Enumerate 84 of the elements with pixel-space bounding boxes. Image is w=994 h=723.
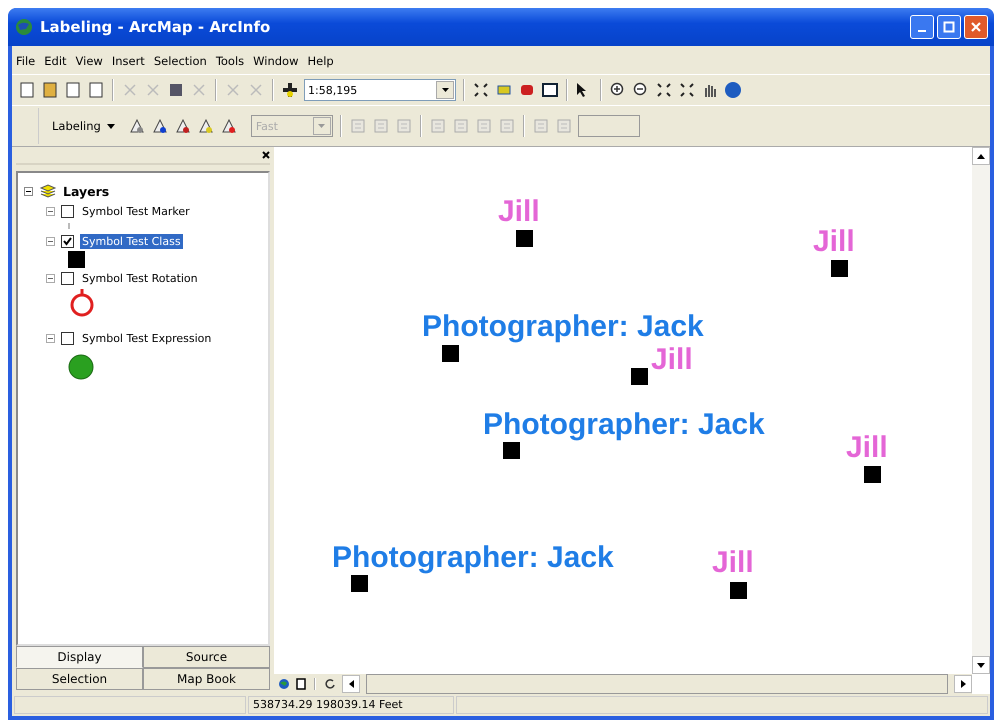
label-priority-icon[interactable] — [150, 117, 169, 135]
window-title: Labeling - ArcMap - ArcInfo — [40, 18, 270, 36]
unplaced-labels-icon[interactable] — [220, 117, 238, 135]
scroll-left-button[interactable] — [342, 675, 360, 693]
expand-icon[interactable] — [46, 334, 55, 342]
menu-item[interactable]: File — [16, 54, 36, 68]
menu-item[interactable]: Edit — [44, 54, 67, 68]
close-icon[interactable] — [262, 151, 270, 159]
scroll-up-button[interactable] — [972, 147, 990, 165]
caret-icon — [318, 124, 326, 128]
minimize-icon — [918, 30, 926, 32]
left-arrow-icon — [348, 680, 354, 688]
data-view-icon[interactable] — [278, 678, 290, 690]
square-symbol-icon — [68, 251, 85, 268]
layer-name[interactable]: Symbol Test Class — [80, 234, 183, 248]
layer-checkbox[interactable] — [61, 272, 74, 284]
vertical-scrollbar[interactable] — [972, 165, 990, 656]
new-file-icon[interactable] — [18, 81, 36, 99]
point-marker — [864, 466, 881, 483]
circle-symbol-icon — [68, 354, 94, 380]
point-marker — [442, 345, 459, 362]
point-marker — [631, 368, 648, 385]
layer-name[interactable]: Symbol Test Expression — [80, 330, 214, 346]
map-label: Jill — [712, 548, 754, 578]
layer-name[interactable]: Symbol Test Marker — [80, 204, 192, 218]
lock-labels-icon[interactable] — [196, 117, 215, 135]
refresh-icon[interactable] — [324, 678, 336, 690]
layer-group-label[interactable]: Layers — [63, 184, 110, 198]
map-label: Photographer: Jack — [422, 312, 704, 342]
maximize-button[interactable] — [937, 15, 961, 39]
menu-item[interactable]: Help — [308, 54, 334, 68]
horizontal-scrollbar[interactable] — [366, 674, 948, 694]
map-label: Jill — [651, 345, 693, 375]
add-data-icon[interactable] — [281, 81, 299, 99]
point-symbol-icon — [68, 223, 71, 229]
point-marker — [730, 582, 747, 599]
panel-tab[interactable]: Map Book — [143, 668, 270, 690]
scroll-right-button[interactable] — [954, 675, 972, 693]
window-icon[interactable] — [541, 81, 559, 99]
map-label: Jill — [846, 433, 888, 463]
up-arrow-icon — [977, 154, 985, 158]
panel-tab[interactable]: Source — [143, 646, 270, 668]
expand-icon[interactable] — [46, 236, 55, 246]
caret-icon — [106, 124, 115, 128]
map-label: Jill — [498, 197, 540, 227]
layer-checkbox[interactable] — [61, 234, 74, 248]
expand-icon[interactable] — [46, 206, 55, 216]
menu-item[interactable]: Insert — [112, 54, 145, 68]
status-coordinates: 538734.29 198039.14 Feet — [248, 696, 454, 714]
zoom-in-arrows-icon[interactable] — [655, 81, 673, 99]
close-icon — [970, 21, 982, 33]
down-arrow-icon — [977, 662, 985, 668]
point-marker — [503, 442, 520, 459]
panel-tab[interactable]: Display — [16, 646, 143, 668]
close-button[interactable] — [964, 15, 988, 39]
layer-checkbox[interactable] — [61, 332, 74, 344]
menu-item[interactable]: View — [76, 54, 103, 68]
map-label: Jill — [813, 227, 855, 257]
labeling-menu-button[interactable]: Labeling — [44, 119, 123, 133]
scroll-down-button[interactable] — [972, 656, 990, 674]
right-arrow-icon — [960, 680, 966, 688]
point-marker — [351, 575, 368, 592]
map-label: Photographer: Jack — [483, 410, 765, 440]
scale-field[interactable]: 1:58,195 — [304, 79, 456, 101]
label-manager-icon[interactable] — [128, 117, 146, 135]
layer-name[interactable]: Symbol Test Rotation — [80, 270, 200, 286]
collapse-icon[interactable] — [24, 186, 33, 196]
zoom-out-arrows-icon[interactable] — [678, 81, 696, 99]
menu-item[interactable]: Tools — [216, 54, 244, 68]
minimize-button[interactable] — [910, 15, 934, 39]
layer-checkbox[interactable] — [61, 204, 74, 218]
ring-symbol-icon — [68, 288, 96, 318]
label-weight-icon[interactable] — [174, 117, 192, 135]
point-marker — [831, 260, 848, 277]
layout-view-icon[interactable] — [296, 678, 306, 690]
layers-icon — [39, 184, 57, 198]
panel-tab[interactable]: Selection — [16, 668, 143, 690]
expand-icon[interactable] — [46, 274, 55, 282]
menu-item[interactable]: Window — [253, 54, 298, 68]
menu-item[interactable]: Selection — [154, 54, 207, 68]
point-marker — [516, 230, 533, 247]
caret-icon — [442, 88, 448, 92]
maximize-icon — [943, 21, 955, 33]
map-label: Photographer: Jack — [332, 543, 614, 573]
